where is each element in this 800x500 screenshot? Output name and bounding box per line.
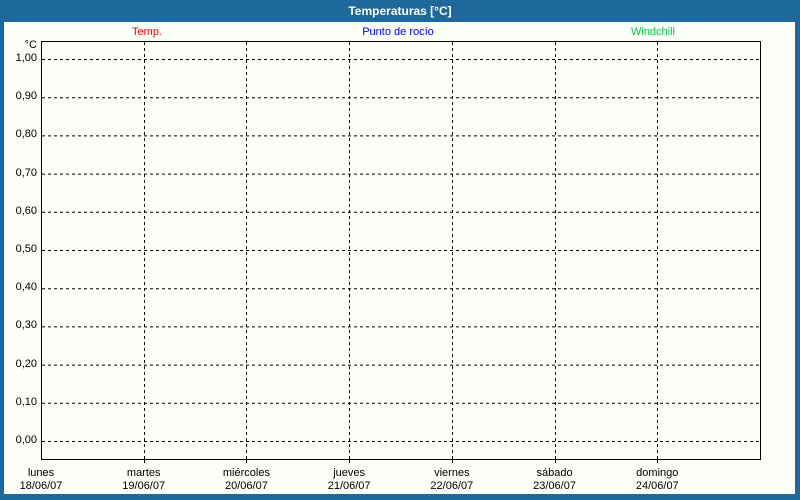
x-weekday-label: sábado (536, 467, 573, 479)
x-date-label: 18/06/07 (19, 480, 63, 492)
y-tick-label: 0,40 (15, 281, 37, 294)
y-tick-label: 0,60 (15, 204, 37, 217)
gridlines-svg (42, 42, 760, 463)
x-day-label: jueves 21/06/07 (304, 467, 394, 493)
y-tick-label: 0,70 (15, 166, 37, 179)
x-weekday-label: martes (126, 467, 161, 479)
x-date-label: 24/06/07 (635, 480, 679, 492)
x-date-label: 22/06/07 (430, 480, 474, 492)
x-day-label: domingo 24/06/07 (612, 467, 702, 493)
y-tick-label: 0,20 (15, 357, 37, 370)
x-day-label: sábado 23/06/07 (510, 467, 600, 493)
legend-dew-point: Punto de rocío (362, 26, 434, 38)
x-date-label: 23/06/07 (533, 480, 576, 492)
plot-area (41, 41, 761, 463)
window-title-text: Temperaturas [°C] (348, 4, 452, 18)
y-tick-label: 0,80 (15, 128, 37, 141)
legend-windchill: Windchill (630, 26, 676, 38)
x-day-label: viernes 22/06/07 (407, 467, 497, 493)
y-axis-unit: °C (24, 39, 37, 51)
legend-temp: Temp. (132, 26, 162, 38)
window-title: Temperaturas [°C] (0, 0, 800, 22)
y-tick-label: 0,10 (15, 395, 37, 408)
x-date-label: 21/06/07 (327, 480, 371, 492)
x-weekday-label: viernes (434, 467, 470, 479)
x-date-label: 20/06/07 (225, 480, 268, 492)
x-weekday-label: miércoles (222, 467, 270, 479)
app-window: Temperaturas [°C] Temp. Punto de rocío W… (0, 0, 800, 500)
x-day-label: lunes 18/06/07 (0, 467, 86, 493)
y-tick-label: 0,30 (15, 319, 37, 332)
x-date-label: 19/06/07 (122, 480, 166, 492)
x-weekday-label: jueves (333, 467, 366, 479)
y-tick-label: 1,00 (15, 52, 37, 64)
x-weekday-label: lunes (27, 467, 55, 479)
x-day-label: martes 19/06/07 (99, 467, 189, 493)
x-axis-labels: lunes 18/06/07 martes 19/06/07 miércoles 20/0… (0, 467, 800, 494)
y-tick-label: 0,90 (15, 90, 37, 103)
y-tick-label: 0,50 (15, 243, 37, 255)
y-tick-label: 0,00 (15, 434, 37, 446)
x-day-label: miércoles 20/06/07 (201, 467, 291, 493)
x-weekday-label: domingo (636, 467, 679, 479)
